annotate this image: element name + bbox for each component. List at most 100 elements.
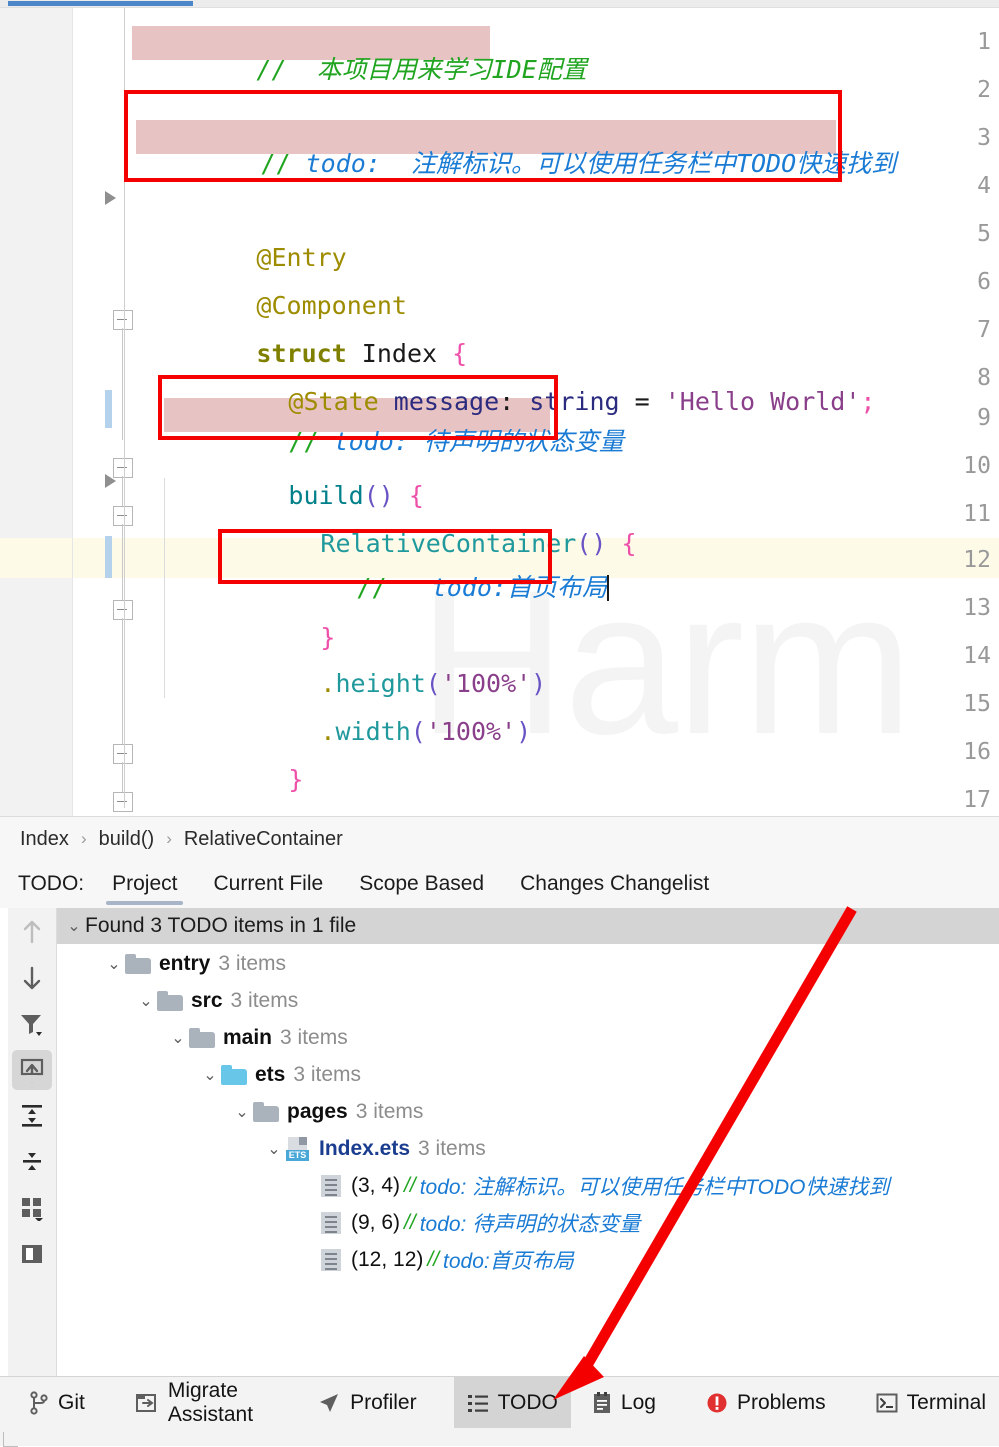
filter-icon[interactable] <box>12 1004 52 1044</box>
tree-node-count: 3 items <box>280 1026 348 1049</box>
chevron-down-icon[interactable]: ⌄ <box>263 1139 285 1159</box>
folder-icon <box>157 990 183 1011</box>
taskbar-label: Terminal <box>906 1391 986 1414</box>
tree-node-label: pages <box>287 1100 348 1123</box>
tab-project[interactable]: Project <box>94 860 195 908</box>
tree-node-count: 3 items <box>218 952 287 975</box>
migrate-icon <box>135 1391 159 1415</box>
paren-open: ( <box>410 717 426 746</box>
todo-entry-icon <box>321 1249 341 1271</box>
tree-node-ets[interactable]: ⌄ ets 3 items <box>199 1057 361 1093</box>
folder-icon <box>125 953 151 974</box>
todo-item-row[interactable]: (9, 6) // todo: 待声明的状态变量 <box>321 1205 640 1241</box>
ets-file-icon: ETS <box>285 1137 311 1161</box>
taskbar-button-log[interactable]: Log <box>579 1377 669 1429</box>
string-literal: '100%' <box>425 717 517 746</box>
folder-icon <box>221 1064 247 1085</box>
next-occurrence-icon[interactable] <box>12 958 52 998</box>
todo-item-text: todo:首页布局 <box>443 1250 574 1273</box>
preview-icon[interactable] <box>12 1234 52 1274</box>
taskbar-label: Log <box>620 1391 656 1414</box>
folder-icon <box>253 1101 279 1122</box>
tree-node-count: 3 items <box>355 1100 424 1123</box>
taskbar-button-problems[interactable]: Problems <box>693 1377 839 1429</box>
todo-item-row[interactable]: (3, 4) // todo: 注解标识。可以使用任务栏中TODO快速找到 <box>321 1168 890 1204</box>
text-caret <box>606 575 609 601</box>
taskbar-button-terminal[interactable]: Terminal <box>863 1377 999 1429</box>
todo-panel-label: TODO: <box>18 872 85 895</box>
todo-item-slashes: // <box>427 1248 440 1271</box>
todo-item-row[interactable]: (12, 12) // todo:首页布局 <box>321 1242 574 1278</box>
breadcrumb-separator-icon: › <box>166 829 172 848</box>
collapse-all-icon[interactable] <box>12 1142 52 1182</box>
profiler-icon <box>317 1391 341 1415</box>
chevron-down-icon[interactable]: ⌄ <box>231 1102 253 1122</box>
chevron-down-icon[interactable]: ⌄ <box>199 1065 221 1085</box>
ide-window: Harm 1 2 3 4 5 6 7 8 9 10 11 12 13 14 15… <box>0 0 999 1447</box>
indexing-progress-fill <box>8 1 193 6</box>
code-line-17: } <box>132 786 267 817</box>
todo-tool-window: ⌄ Found 3 TODO items in 1 file ⌄ entry 3… <box>0 908 999 1376</box>
breadcrumb-item-relativecontainer[interactable]: RelativeContainer <box>182 828 345 851</box>
taskbar-label: Git <box>58 1391 85 1414</box>
breadcrumb-item-build[interactable]: build() <box>97 828 157 851</box>
taskbar-label: TODO <box>497 1391 558 1414</box>
tree-node-pages[interactable]: ⌄ pages 3 items <box>231 1094 423 1130</box>
taskbar-button-profiler[interactable]: Profiler <box>304 1377 430 1429</box>
brace-close: } <box>288 765 304 794</box>
todo-list-icon <box>467 1392 489 1414</box>
todo-line-12-highlight-box <box>218 529 552 584</box>
tab-scope-based[interactable]: Scope Based <box>341 860 502 908</box>
tree-node-label: entry <box>159 952 211 975</box>
tab-changes-changelist[interactable]: Changes Changelist <box>502 860 727 908</box>
tree-node-label: main <box>223 1026 273 1049</box>
tree-node-count: 3 items <box>418 1137 486 1160</box>
tree-node-entry[interactable]: ⌄ entry 3 items <box>103 946 286 982</box>
paren-close: ) <box>531 669 547 698</box>
todo-panel-toolbar <box>8 908 57 1376</box>
taskbar-button-migrate-assistant[interactable]: Migrate Assistant <box>122 1377 280 1429</box>
code-editor[interactable]: Harm 1 2 3 4 5 6 7 8 9 10 11 12 13 14 15… <box>0 8 999 816</box>
todo-line-9-highlight-box <box>158 375 558 440</box>
previous-occurrence-icon[interactable] <box>12 912 52 952</box>
semicolon: ; <box>860 387 876 416</box>
todo-item-position: (9, 6) <box>351 1211 401 1234</box>
chevron-down-icon[interactable]: ⌄ <box>63 916 85 936</box>
tree-node-label: ets <box>255 1063 286 1086</box>
expand-all-icon[interactable] <box>12 1096 52 1136</box>
assign-op: = <box>619 387 665 416</box>
autoscroll-to-source-icon[interactable] <box>12 1050 52 1090</box>
tree-node-count: 3 items <box>293 1063 362 1086</box>
chevron-down-icon[interactable]: ⌄ <box>167 1028 189 1048</box>
todo-item-slashes: // <box>404 1174 416 1197</box>
bottom-tool-window-bar: Git Migrate Assistant Profiler TODO Log … <box>0 1376 999 1430</box>
tree-node-label: src <box>191 989 223 1012</box>
method-width: width <box>335 717 411 746</box>
todo-entry-icon <box>321 1212 341 1234</box>
tab-current-file[interactable]: Current File <box>195 860 341 908</box>
todo-tree[interactable]: ⌄ Found 3 TODO items in 1 file ⌄ entry 3… <box>57 908 999 1376</box>
taskbar-button-git[interactable]: Git <box>16 1377 98 1429</box>
todo-item-position: (3, 4) <box>351 1174 401 1197</box>
paren-close: ) <box>516 717 532 746</box>
taskbar-button-todo[interactable]: TODO <box>453 1377 571 1429</box>
breadcrumb-item-index[interactable]: Index <box>0 828 71 851</box>
todo-line-3-highlight-box <box>124 90 842 182</box>
indexing-progress-track <box>0 0 999 8</box>
chevron-down-icon[interactable]: ⌄ <box>135 991 157 1011</box>
todo-item-text: todo: 注解标识。可以使用任务栏中TODO快速找到 <box>419 1176 890 1199</box>
todo-summary-row[interactable]: ⌄ Found 3 TODO items in 1 file <box>57 908 999 944</box>
problems-icon <box>706 1392 728 1414</box>
group-by-icon[interactable] <box>12 1188 52 1228</box>
tree-node-src[interactable]: ⌄ src 3 items <box>135 983 298 1019</box>
chevron-down-icon[interactable]: ⌄ <box>103 954 125 974</box>
status-bar <box>0 1428 999 1446</box>
todo-summary-text: Found 3 TODO items in 1 file <box>85 914 357 937</box>
comment-line-1: // 本项目用来学习IDE配置 <box>256 55 587 84</box>
folder-icon <box>189 1027 215 1048</box>
tree-node-main[interactable]: ⌄ main 3 items <box>167 1020 348 1056</box>
breadcrumb: Index › build() › RelativeContainer <box>0 816 999 862</box>
tree-node-index-ets[interactable]: ⌄ ETS Index.ets 3 items <box>263 1131 486 1167</box>
string-literal: 'Hello World' <box>664 387 861 416</box>
dot: . <box>320 717 336 746</box>
